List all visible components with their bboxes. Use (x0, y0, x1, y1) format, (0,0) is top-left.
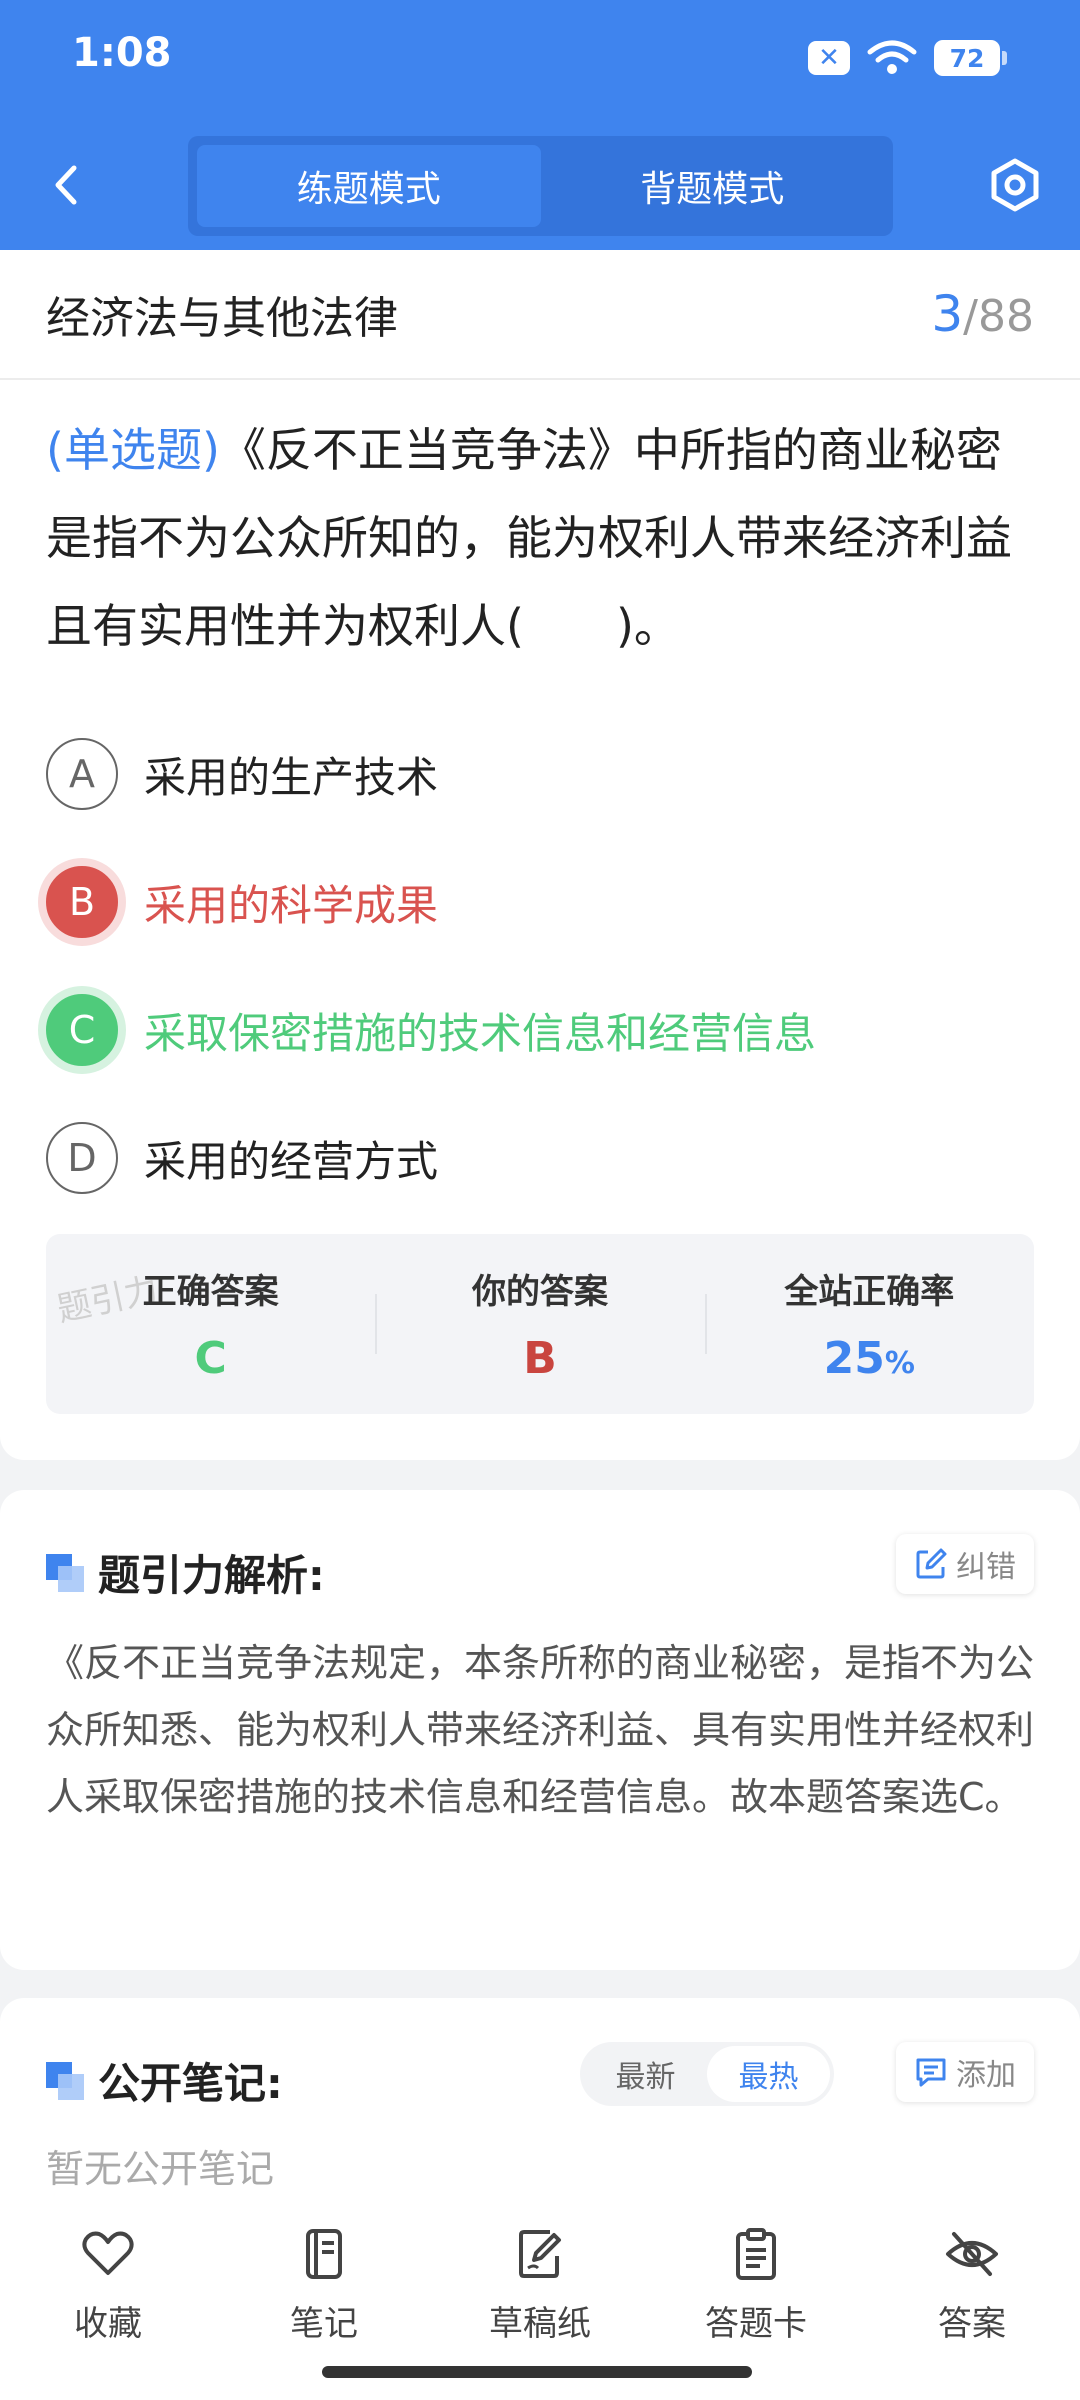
correct-answer-label: 正确答案 (142, 1272, 279, 1312)
sort-latest[interactable]: 最新 (584, 2046, 707, 2102)
battery-level: 72 (949, 43, 985, 73)
tab-practice-mode[interactable]: 练题模式 (197, 145, 541, 227)
option-a[interactable]: A 采用的生产技术 (46, 710, 1034, 838)
option-c[interactable]: C 采取保密措施的技术信息和经营信息 (46, 966, 1034, 1094)
chevron-left-icon[interactable] (40, 158, 94, 212)
sort-hottest[interactable]: 最热 (707, 2046, 830, 2102)
mode-switch: 练题模式 背题模式 (188, 136, 893, 236)
your-answer-label: 你的答案 (471, 1272, 608, 1312)
chapter-row: 经济法与其他法律 3/88 (0, 250, 1080, 380)
accuracy-rate-value: 25% (705, 1333, 1034, 1384)
correct-answer-column: 正确答案 C (46, 1234, 375, 1414)
draft-paper-label: 草稿纸 (489, 2304, 591, 2344)
your-answer-column: 你的答案 B (375, 1234, 704, 1414)
accuracy-rate-unit: % (884, 1346, 915, 1381)
tab-memorize-mode[interactable]: 背题模式 (541, 145, 885, 227)
heart-icon (82, 2231, 134, 2275)
answer-card-label: 答题卡 (705, 2304, 807, 2344)
analysis-title: 题引力解析: (98, 1551, 325, 1600)
question-text: (单选题)《反不正当竞争法》中所指的商业秘密是指不为公众所知的，能为权利人带来经… (0, 380, 1080, 670)
status-time: 1:08 (72, 30, 172, 76)
favorite-label: 收藏 (74, 2304, 142, 2344)
favorite-button[interactable]: 收藏 (0, 2210, 216, 2400)
option-letter: A (46, 738, 118, 810)
show-answer-label: 答案 (938, 2304, 1006, 2344)
section-squares-icon (46, 1553, 84, 1592)
hexagon-settings-icon[interactable] (986, 156, 1044, 214)
report-error-button[interactable]: 纠错 (896, 1534, 1034, 1594)
accuracy-rate-number: 25 (823, 1333, 885, 1384)
battery-icon: 72 (934, 40, 1007, 76)
add-note-label: 添加 (956, 2058, 1016, 2093)
home-indicator (322, 2366, 752, 2378)
add-note-button[interactable]: 添加 (896, 2042, 1034, 2102)
edit-icon (916, 1548, 947, 1579)
notebook-icon (306, 2229, 342, 2279)
option-letter: D (46, 1122, 118, 1194)
status-icons: ✕ 72 (808, 38, 1007, 78)
option-text: 采用的生产技术 (144, 752, 439, 802)
question-type: (单选题) (46, 423, 220, 477)
question-card: 经济法与其他法律 3/88 (单选题)《反不正当竞争法》中所指的商业秘密是指不为… (0, 250, 1080, 1460)
status-bar: 1:08 ✕ 72 (0, 0, 1080, 120)
your-answer-value: B (523, 1333, 557, 1384)
clipboard-icon (736, 2228, 776, 2280)
analysis-card: 题引力解析: 纠错 《反不正当竞争法规定，本条所称的商业秘密，是指不为公众所知悉… (0, 1490, 1080, 1970)
analysis-text: 《反不正当竞争法规定，本条所称的商业秘密，是指不为公众所知悉、能为权利人带来经济… (46, 1641, 1035, 1819)
chapter-title: 经济法与其他法律 (46, 293, 398, 344)
progress-separator: / (963, 291, 978, 342)
notes-label: 笔记 (290, 2304, 358, 2344)
header: 练题模式 背题模式 (0, 120, 1080, 250)
option-text: 采用的经营方式 (144, 1136, 439, 1186)
draft-pen-icon (519, 2230, 561, 2278)
option-b[interactable]: B 采用的科学成果 (46, 838, 1034, 966)
answer-summary: 题引力 正确答案 C 你的答案 B 全站正确率 25% (46, 1234, 1034, 1414)
eye-off-icon (946, 2232, 998, 2276)
report-error-label: 纠错 (956, 1550, 1016, 1585)
notes-sort-toggle: 最新 最热 (580, 2042, 834, 2106)
option-letter: C (46, 994, 118, 1066)
current-question-number: 3 (931, 285, 964, 343)
sim-off-icon: ✕ (808, 41, 850, 75)
options-list: A 采用的生产技术 B 采用的科学成果 C 采取保密措施的技术信息和经营信息 D… (0, 670, 1080, 1222)
option-d[interactable]: D 采用的经营方式 (46, 1094, 1034, 1222)
option-text: 采取保密措施的技术信息和经营信息 (144, 1008, 817, 1058)
option-letter: B (46, 866, 118, 938)
accuracy-rate-label: 全站正确率 (784, 1272, 955, 1312)
comment-icon (916, 2058, 946, 2087)
notes-title: 公开笔记: (98, 2059, 283, 2108)
show-answer-button[interactable]: 答案 (864, 2210, 1080, 2400)
correct-answer-value: C (194, 1333, 227, 1384)
accuracy-rate-column: 全站正确率 25% (704, 1234, 1034, 1414)
total-questions: 88 (978, 291, 1034, 342)
option-text: 采用的科学成果 (144, 880, 439, 930)
analysis-header: 题引力解析: (46, 1542, 325, 1603)
empty-notes-text: 暂无公开笔记 (46, 2147, 275, 2191)
notes-header: 公开笔记: (46, 2050, 283, 2111)
section-squares-icon (46, 2061, 84, 2100)
question-progress: 3/88 (931, 285, 1034, 343)
wifi-icon (867, 40, 917, 74)
